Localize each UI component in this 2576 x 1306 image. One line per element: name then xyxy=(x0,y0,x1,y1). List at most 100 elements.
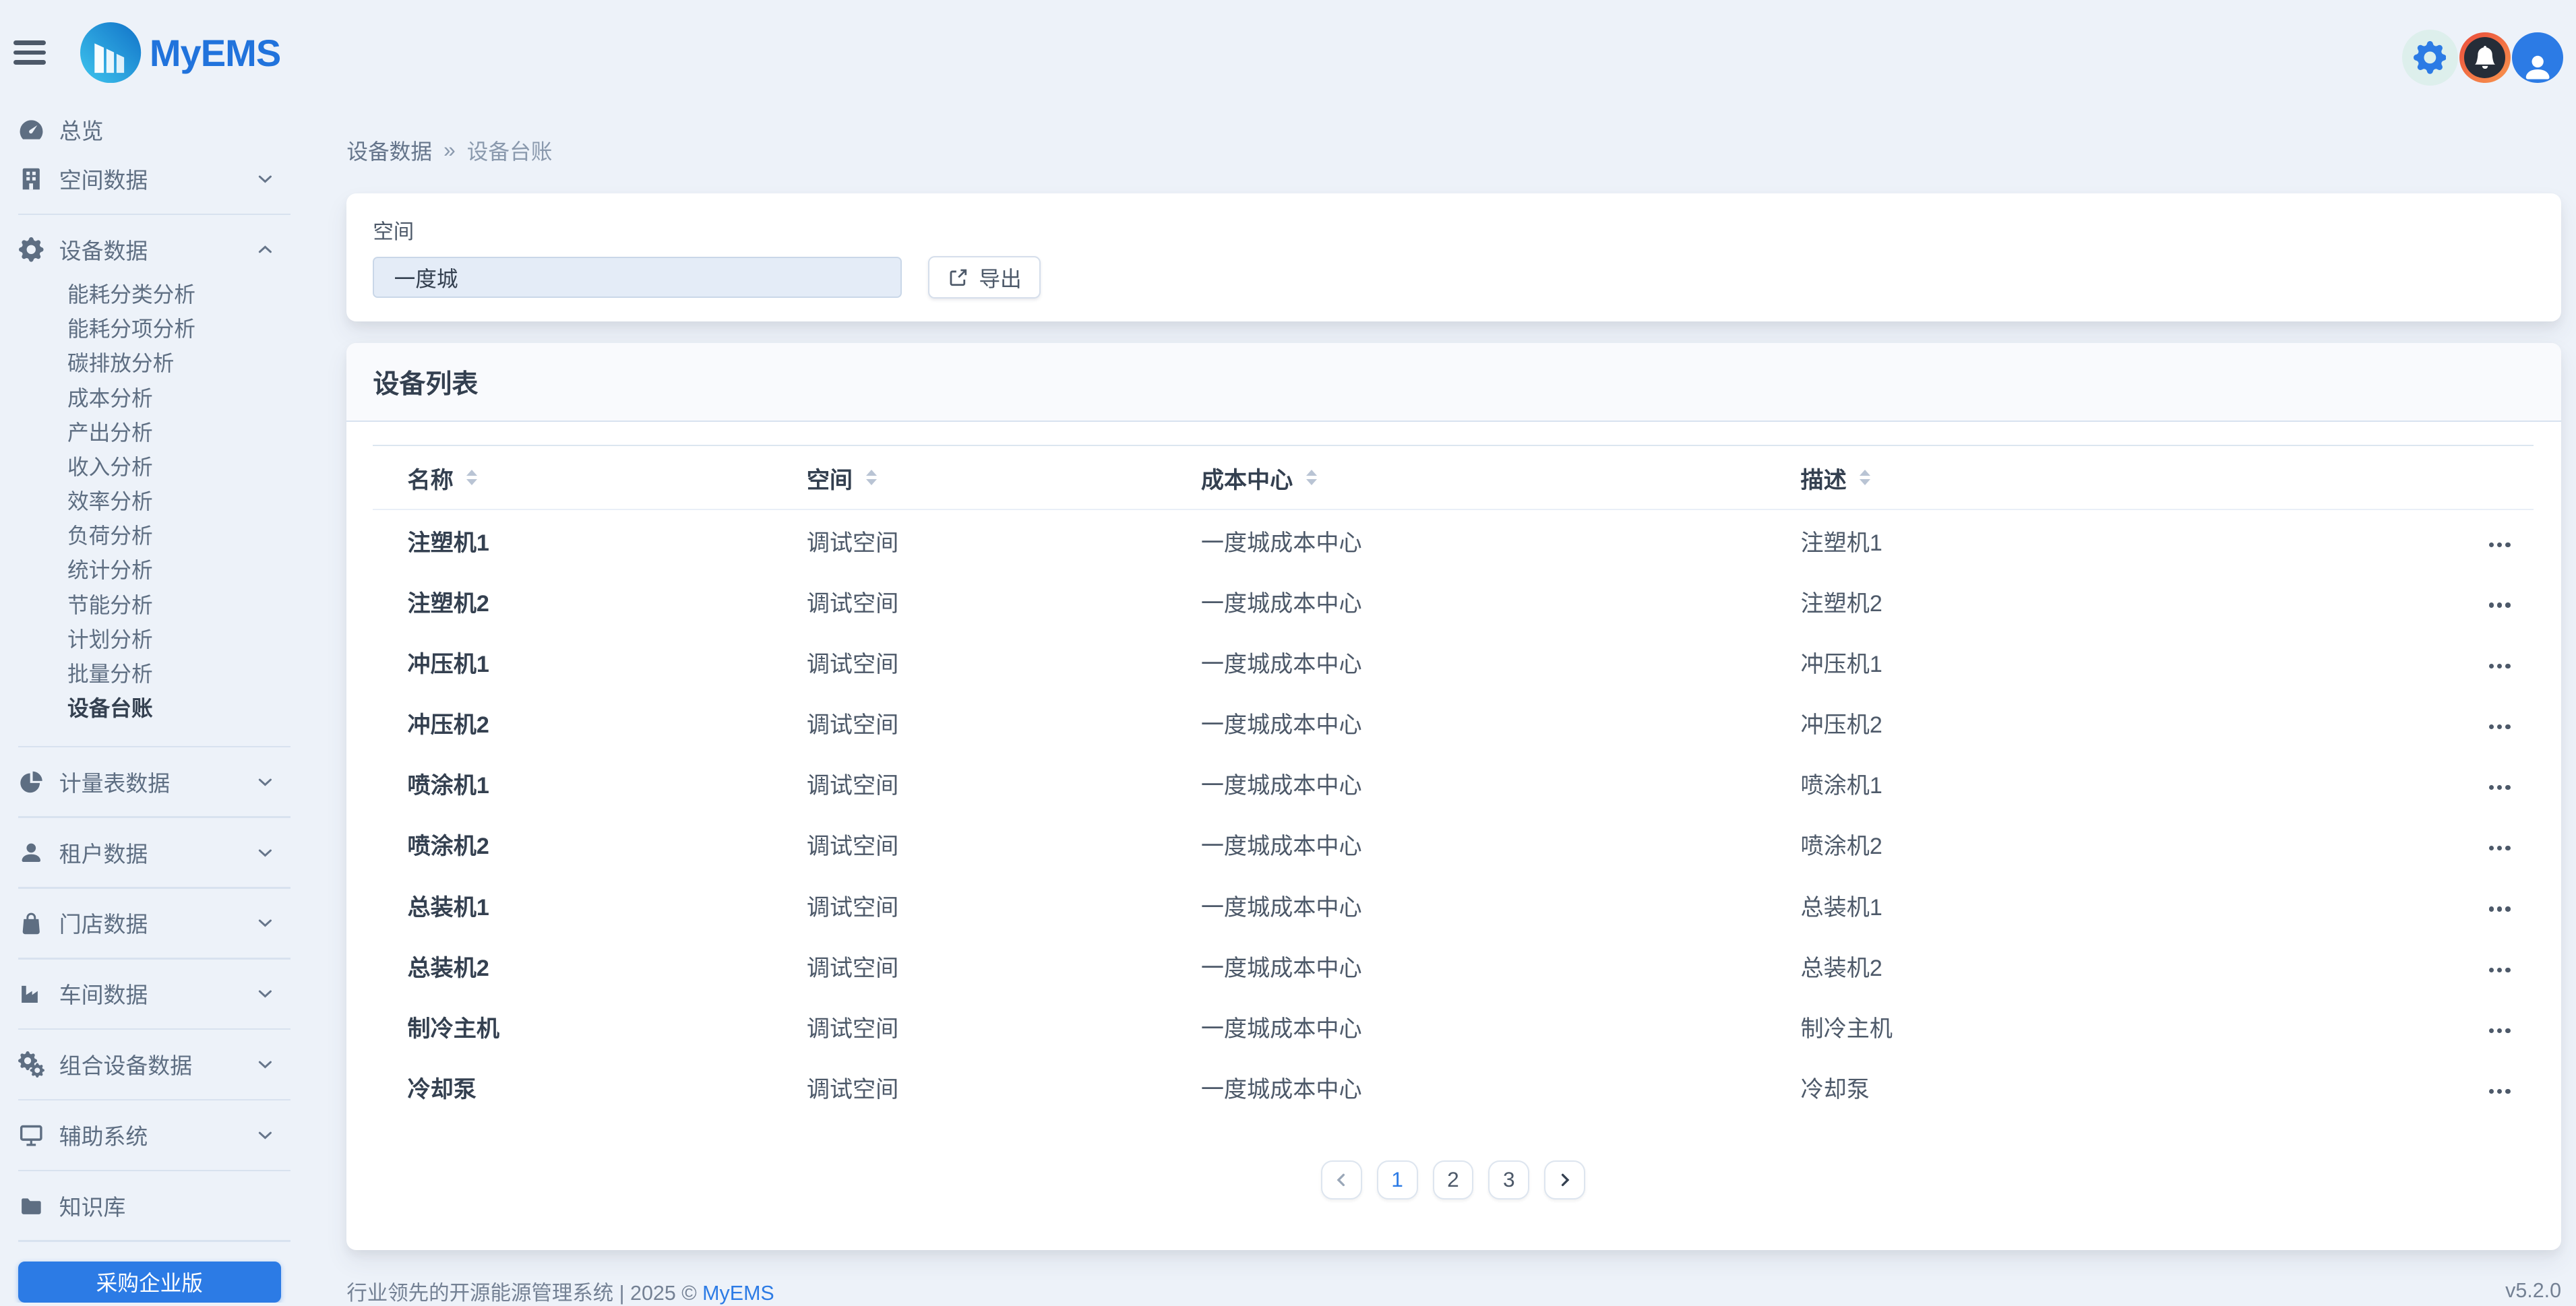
sidebar-item-device-data[interactable]: 设备数据 xyxy=(0,225,296,274)
device-space-cell: 调试空间 xyxy=(807,509,1201,570)
device-space-cell: 调试空间 xyxy=(807,753,1201,813)
sidebar-subitem-device-ledger[interactable]: 设备台账 xyxy=(0,691,296,726)
footer-left: 行业领先的开源能源管理系统 | 2025 © MyEMS xyxy=(346,1276,774,1306)
device-space-cell: 调试空间 xyxy=(807,874,1201,935)
device-space-cell: 调试空间 xyxy=(807,996,1201,1057)
column-header-space[interactable]: 空间 xyxy=(807,461,877,495)
space-label: 空间 xyxy=(373,215,2535,245)
row-actions-button[interactable] xyxy=(2486,900,2513,919)
sidebar-item-knowledge-base[interactable]: 知识库 xyxy=(0,1181,296,1231)
device-table: 名称 空间 成本中心 描述 注塑机1 调试空间 一度城成本中心 注塑机1 xyxy=(373,445,2533,1117)
sidebar-divider xyxy=(18,1028,291,1030)
pagination-next-button[interactable] xyxy=(1544,1160,1585,1200)
chevron-down-icon xyxy=(256,985,274,1003)
device-name-cell: 冷却泵 xyxy=(373,1057,807,1117)
main-content: 设备数据 » 设备台账 空间 导出 设备列表 xyxy=(296,0,2576,1303)
row-actions-button[interactable] xyxy=(2486,839,2513,857)
pagination-page-3[interactable]: 3 xyxy=(1488,1160,1529,1200)
sidebar-subitem-cost[interactable]: 成本分析 xyxy=(0,381,296,416)
sidebar-subitem-efficiency[interactable]: 效率分析 xyxy=(0,485,296,519)
export-icon xyxy=(948,267,969,288)
sidebar-subitem-carbon[interactable]: 碳排放分析 xyxy=(0,346,296,381)
row-actions-button[interactable] xyxy=(2486,536,2513,554)
column-header-description[interactable]: 描述 xyxy=(1801,461,1871,495)
sort-icon xyxy=(466,470,477,485)
row-actions-button[interactable] xyxy=(2486,961,2513,979)
row-actions-button[interactable] xyxy=(2486,718,2513,736)
device-cost-center-cell: 一度城成本中心 xyxy=(1201,874,1801,935)
sidebar-subitem-output[interactable]: 产出分析 xyxy=(0,416,296,450)
sidebar-item-auxiliary-system[interactable]: 辅助系统 xyxy=(0,1111,296,1160)
row-actions-button[interactable] xyxy=(2486,596,2513,615)
table-row: 冲压机1 调试空间 一度城成本中心 冲压机1 xyxy=(373,631,2533,692)
sidebar-item-shopfloor-data[interactable]: 车间数据 xyxy=(0,969,296,1018)
sidebar-item-meter-data[interactable]: 计量表数据 xyxy=(0,757,296,807)
pagination-prev-button[interactable] xyxy=(1321,1160,1362,1200)
sidebar-subitem-income[interactable]: 收入分析 xyxy=(0,450,296,485)
column-header-cost-center[interactable]: 成本中心 xyxy=(1201,461,1317,495)
row-actions-button[interactable] xyxy=(2486,1082,2513,1100)
topbar-icons xyxy=(2402,30,2563,86)
sidebar-item-store-data[interactable]: 门店数据 xyxy=(0,898,296,947)
device-cost-center-cell: 一度城成本中心 xyxy=(1201,996,1801,1057)
sidebar-item-label: 门店数据 xyxy=(59,907,148,939)
sidebar-divider xyxy=(18,746,291,747)
bell-inner-circle xyxy=(2464,37,2505,78)
sidebar-item-label: 计量表数据 xyxy=(59,766,170,798)
table-row: 制冷主机 调试空间 一度城成本中心 制冷主机 xyxy=(373,996,2533,1057)
brand-name: MyEMS xyxy=(150,31,280,75)
sidebar-divider xyxy=(18,214,291,215)
buy-enterprise-button[interactable]: 采购企业版 xyxy=(18,1262,281,1303)
sidebar-subitem-saving[interactable]: 节能分析 xyxy=(0,588,296,623)
sidebar-item-label: 车间数据 xyxy=(59,978,148,1009)
device-description-cell: 喷涂机2 xyxy=(1801,813,2458,874)
device-space-cell: 调试空间 xyxy=(807,571,1201,631)
sidebar-subitem-energy-item[interactable]: 能耗分项分析 xyxy=(0,312,296,346)
user-avatar-icon[interactable] xyxy=(2512,32,2563,84)
pagination-page-1[interactable]: 1 xyxy=(1377,1160,1418,1200)
device-name-cell: 总装机1 xyxy=(373,874,807,935)
user-icon xyxy=(18,840,44,866)
sidebar-item-label: 组合设备数据 xyxy=(59,1049,192,1080)
sidebar-item-overview[interactable]: 总览 xyxy=(0,105,296,154)
device-description-cell: 总装机2 xyxy=(1801,935,2458,996)
sidebar-subitem-batch[interactable]: 批量分析 xyxy=(0,657,296,691)
device-name-cell: 冲压机1 xyxy=(373,631,807,692)
pagination-page-2[interactable]: 2 xyxy=(1433,1160,1474,1200)
device-list-body: 名称 空间 成本中心 描述 注塑机1 调试空间 一度城成本中心 注塑机1 xyxy=(346,422,2561,1250)
sidebar-item-space-data[interactable]: 空间数据 xyxy=(0,154,296,204)
sidebar-item-tenant-data[interactable]: 租户数据 xyxy=(0,828,296,877)
factory-icon xyxy=(18,981,44,1007)
sidebar-item-label: 设备数据 xyxy=(59,234,148,266)
footer-text: 行业领先的开源能源管理系统 | 2025 © xyxy=(346,1282,696,1305)
sidebar-subitem-statistics[interactable]: 统计分析 xyxy=(0,553,296,588)
space-input[interactable] xyxy=(373,257,902,298)
sidebar-subitem-energy-category[interactable]: 能耗分类分析 xyxy=(0,278,296,312)
brand-row: MyEMS xyxy=(0,0,296,105)
sidebar-item-combined-equipment-data[interactable]: 组合设备数据 xyxy=(0,1040,296,1089)
row-actions-button[interactable] xyxy=(2486,778,2513,797)
page-footer: 行业领先的开源能源管理系统 | 2025 © MyEMS v5.2.0 xyxy=(346,1276,2561,1306)
footer-version: v5.2.0 xyxy=(2505,1279,2561,1303)
sidebar-item-label: 总览 xyxy=(59,114,104,146)
export-button[interactable]: 导出 xyxy=(928,256,1041,299)
sidebar-subitem-plan[interactable]: 计划分析 xyxy=(0,623,296,657)
breadcrumb-device-data[interactable]: 设备数据 xyxy=(346,135,432,166)
row-actions-button[interactable] xyxy=(2486,1022,2513,1040)
brand-logo[interactable]: MyEMS xyxy=(80,22,280,83)
row-actions-button[interactable] xyxy=(2486,657,2513,675)
sort-icon xyxy=(1860,470,1870,485)
column-header-name[interactable]: 名称 xyxy=(408,461,478,495)
breadcrumb-separator: » xyxy=(443,137,456,162)
notifications-bell-icon[interactable] xyxy=(2459,32,2511,84)
sort-icon xyxy=(866,470,877,485)
device-description-cell: 制冷主机 xyxy=(1801,996,2458,1057)
sidebar-subitem-load[interactable]: 负荷分析 xyxy=(0,519,296,553)
hamburger-menu-icon[interactable] xyxy=(13,40,47,65)
settings-gear-icon[interactable] xyxy=(2402,30,2458,86)
footer-brand-link[interactable]: MyEMS xyxy=(702,1282,774,1305)
app-root: MyEMS 总览 空间数据 xyxy=(0,0,2576,1303)
device-space-cell: 调试空间 xyxy=(807,631,1201,692)
device-list-header: 设备列表 xyxy=(346,343,2561,422)
device-cost-center-cell: 一度城成本中心 xyxy=(1201,935,1801,996)
